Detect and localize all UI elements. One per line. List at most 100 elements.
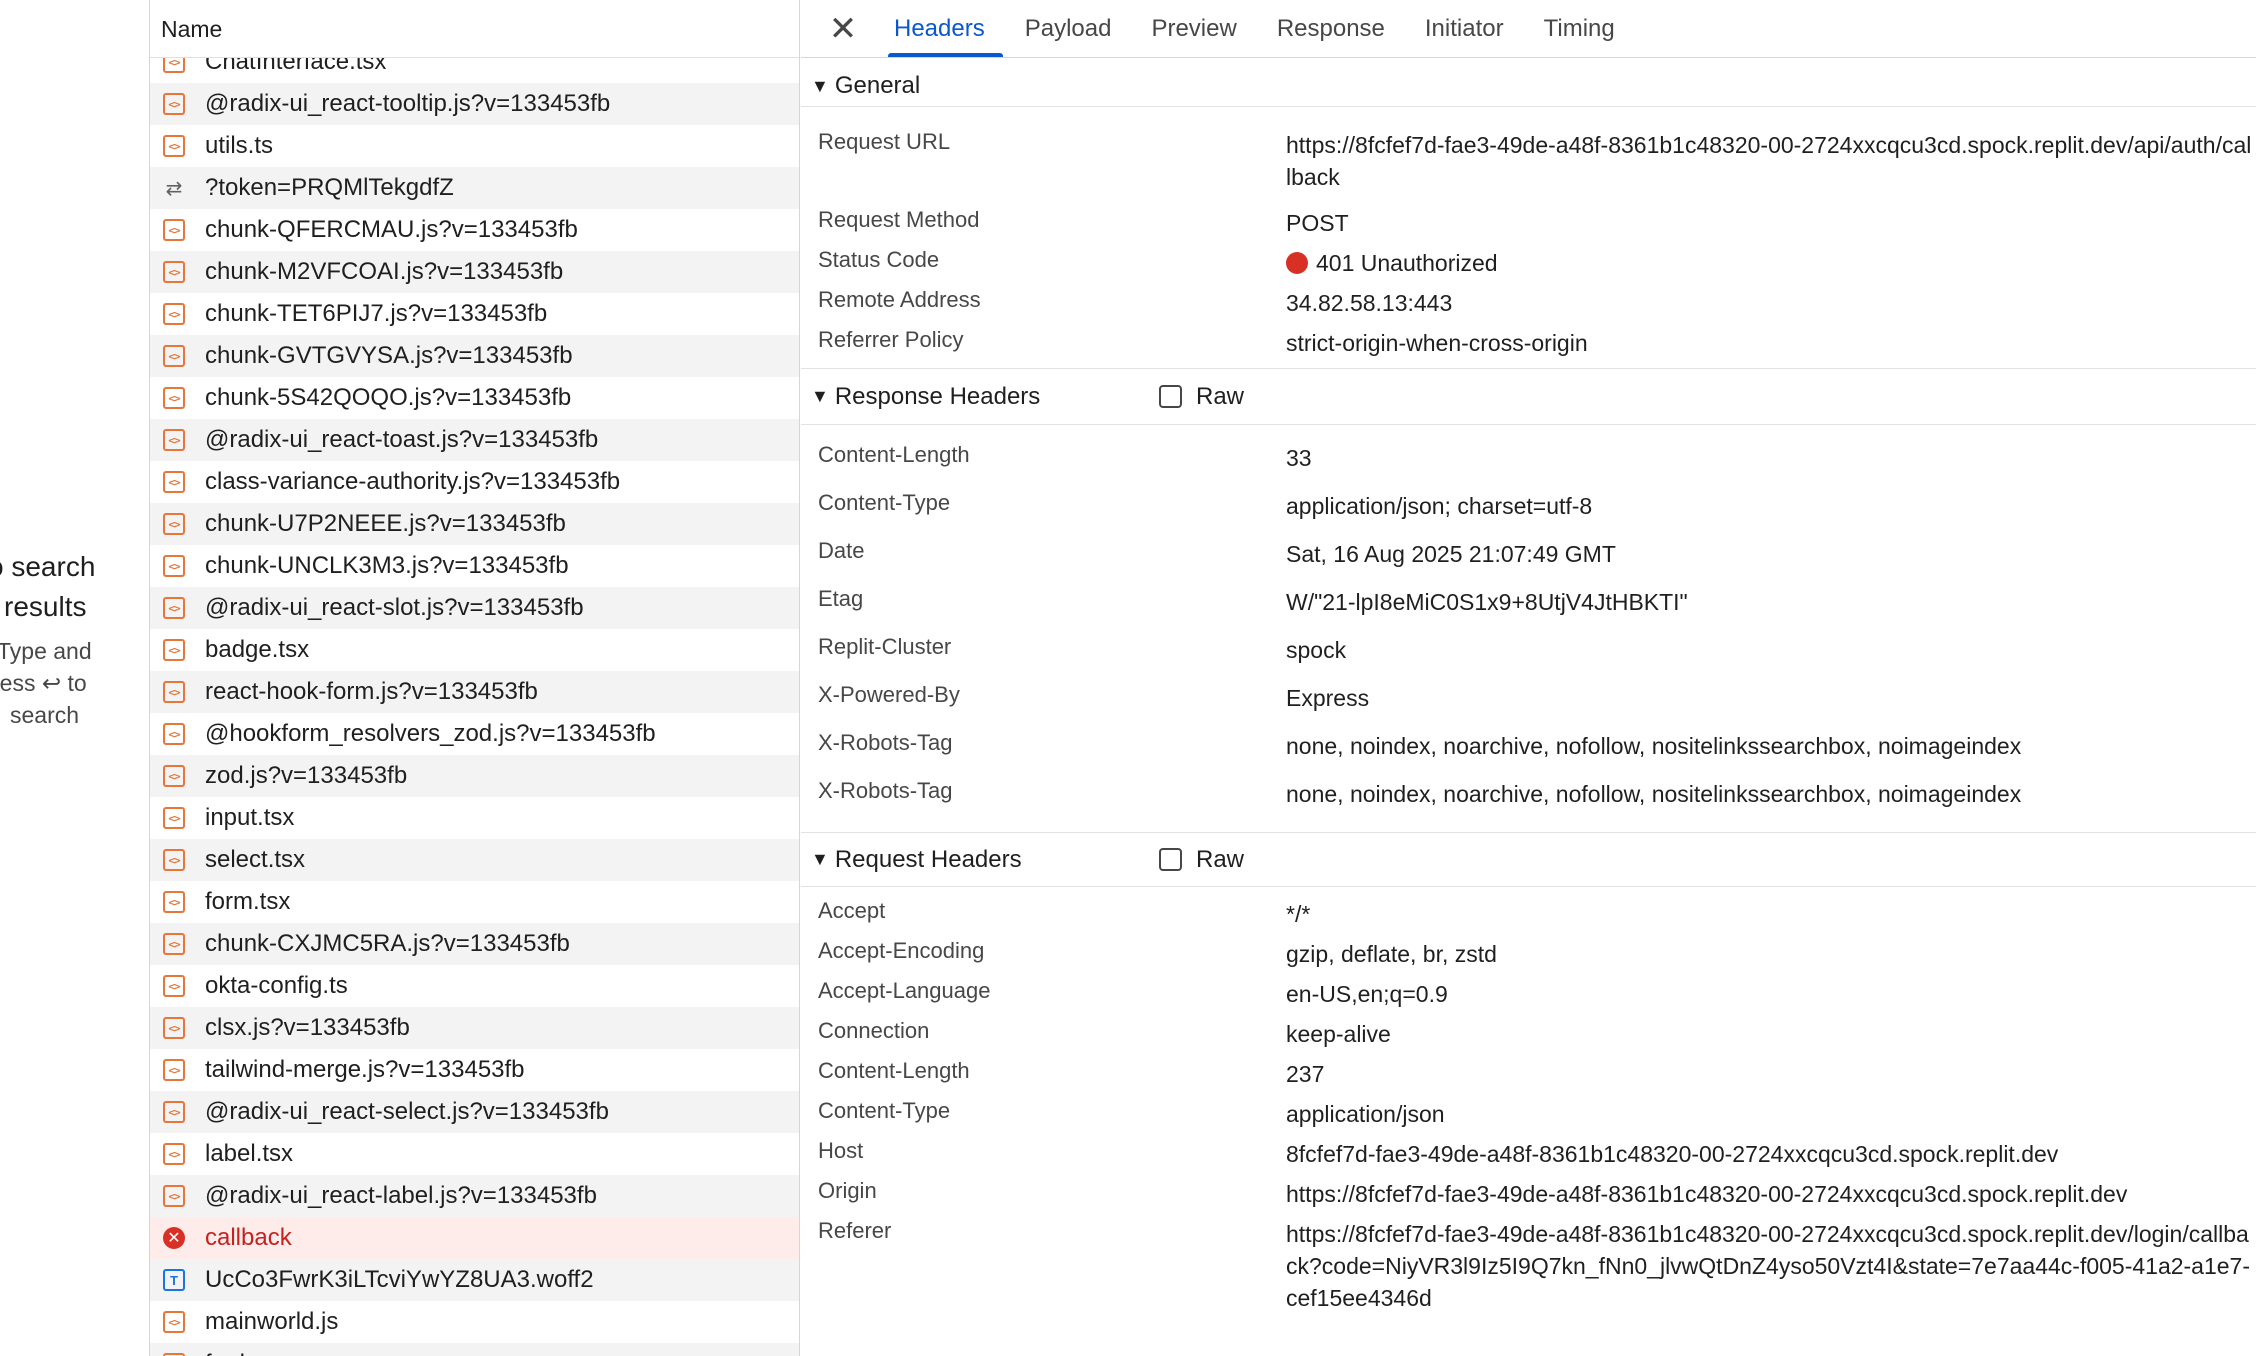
request-row[interactable]: <> @hookform_resolvers_zod.js?v=133453fb [150, 713, 799, 755]
script-file-icon: <> [163, 933, 185, 955]
request-row[interactable]: T UcCo3FwrK3iLTcviYwYZ8UA3.woff2 [150, 1259, 799, 1301]
header-name: Etag [818, 586, 864, 611]
name-column-header[interactable]: Name [150, 0, 799, 58]
header-value: https://8fcfef7d-fae3-49de-a48f-8361b1c4… [1286, 1181, 2128, 1207]
request-raw-toggle[interactable]: Raw [1159, 846, 1244, 874]
request-row[interactable]: <> react-hook-form.js?v=133453fb [150, 671, 799, 713]
request-row[interactable]: <> badge.tsx [150, 629, 799, 671]
request-name: zod.js?v=133453fb [205, 762, 408, 789]
tab-headers[interactable]: Headers [874, 0, 1005, 58]
request-name: badge.tsx [205, 636, 310, 663]
request-row[interactable]: <> class-variance-authority.js?v=133453fb [150, 461, 799, 503]
response-headers-section-header[interactable]: ▼ Response Headers Raw [801, 368, 2256, 425]
request-headers-section-header[interactable]: ▼ Request Headers Raw [801, 832, 2256, 887]
script-file-icon: <> [163, 1185, 185, 1207]
request-row[interactable]: <> chunk-TET6PIJ7.js?v=133453fb [150, 293, 799, 335]
request-name: chunk-GVTGVYSA.js?v=133453fb [205, 342, 573, 369]
tab-initiator[interactable]: Initiator [1405, 0, 1524, 58]
request-name: chunk-5S42QOQO.js?v=133453fb [205, 384, 572, 411]
request-name: tailwind-merge.js?v=133453fb [205, 1056, 525, 1083]
tab-payload[interactable]: Payload [1005, 0, 1132, 58]
request-name: callback [205, 1224, 292, 1251]
request-name: clsx.js?v=133453fb [205, 1014, 410, 1041]
header-name: Content-Length [818, 1058, 970, 1083]
script-file-icon: <> [163, 1059, 185, 1081]
header-name: Referer [818, 1218, 892, 1243]
header-name: Content-Type [818, 1098, 951, 1123]
request-row[interactable]: <> mainworld.js [150, 1301, 799, 1343]
header-name: Content-Length [818, 442, 970, 467]
request-row[interactable]: <> okta-config.ts [150, 965, 799, 1007]
request-name: @radix-ui_react-label.js?v=133453fb [205, 1182, 597, 1209]
request-row[interactable]: <> form.tsx [150, 881, 799, 923]
request-row[interactable]: <> select.tsx [150, 839, 799, 881]
request-name: ?token=PRQMlTekgdfZ [205, 174, 454, 201]
request-row[interactable]: <> @radix-ui_react-label.js?v=133453fb [150, 1175, 799, 1217]
header-value: application/json; charset=utf-8 [1286, 493, 1593, 519]
request-list[interactable]: <> ChatInterface.tsx <> @radix-ui_react-too… [149, 0, 800, 1356]
header-name: X-Robots-Tag [818, 730, 953, 755]
request-row[interactable]: <> chunk-5S42QOQO.js?v=133453fb [150, 377, 799, 419]
tab-preview[interactable]: Preview [1131, 0, 1256, 58]
header-name: Replit-Cluster [818, 634, 952, 659]
tab-timing[interactable]: Timing [1524, 0, 1635, 58]
triangle-down-icon: ▼ [811, 386, 829, 406]
error-icon: ✕ [163, 1227, 185, 1249]
header-name: Accept [818, 898, 886, 923]
request-row[interactable]: <>f...d [150, 1343, 799, 1356]
request-row[interactable]: <> chunk-U7P2NEEE.js?v=133453fb [150, 503, 799, 545]
header-value: POST [1286, 210, 1349, 236]
no-results-title-2: results [4, 591, 87, 622]
script-file-icon: <> [163, 345, 185, 367]
script-file-icon: <> [163, 387, 185, 409]
request-row[interactable]: <> @radix-ui_react-toast.js?v=133453fb [150, 419, 799, 461]
request-row[interactable]: <> tailwind-merge.js?v=133453fb [150, 1049, 799, 1091]
close-icon[interactable]: ✕ [823, 9, 863, 49]
request-row[interactable]: <> clsx.js?v=133453fb [150, 1007, 799, 1049]
request-row[interactable]: ⇄ ?token=PRQMlTekgdfZ [150, 167, 799, 209]
request-name: react-hook-form.js?v=133453fb [205, 678, 538, 705]
request-name: UcCo3FwrK3iLTcviYwYZ8UA3.woff2 [205, 1266, 594, 1293]
header-name: Connection [818, 1018, 930, 1043]
request-row[interactable]: <> @radix-ui_react-select.js?v=133453fb [150, 1091, 799, 1133]
raw-label: Raw [1196, 845, 1245, 873]
request-rows: <> ChatInterface.tsx <> @radix-ui_react-too… [150, 41, 799, 1356]
request-headers-title: Request Headers [834, 845, 1022, 873]
request-name: label.tsx [205, 1140, 294, 1167]
header-value: Sat, 16 Aug 2025 21:07:49 GMT [1286, 541, 1616, 567]
header-name: Request Method [818, 207, 980, 232]
tab-response[interactable]: Response [1257, 0, 1405, 58]
script-file-icon: <> [163, 513, 185, 535]
request-detail-panel: ✕ Headers Payload Preview Response Initiator… [801, 0, 2256, 1356]
request-row[interactable]: <> input.tsx [150, 797, 799, 839]
no-search-results: o search results Type and ress ↩ to sear… [0, 547, 148, 731]
script-file-icon: <> [163, 219, 185, 241]
request-row[interactable]: <> @radix-ui_react-slot.js?v=133453fb [150, 587, 799, 629]
general-section-header[interactable]: ▼ General [801, 66, 2256, 107]
header-value: strict-origin-when-cross-origin [1286, 330, 1588, 356]
raw-checkbox[interactable] [1159, 385, 1182, 408]
raw-checkbox[interactable] [1159, 848, 1182, 871]
no-results-title: o search [0, 551, 96, 582]
script-file-icon: <> [163, 1017, 185, 1039]
request-row[interactable]: <> utils.ts [150, 125, 799, 167]
request-row[interactable]: <> chunk-CXJMC5RA.js?v=133453fb [150, 923, 799, 965]
search-hint-line: Type and [0, 638, 92, 664]
response-raw-toggle[interactable]: Raw [1159, 383, 1244, 411]
general-section-title: General [834, 72, 921, 99]
request-name: chunk-U7P2NEEE.js?v=133453fb [205, 510, 566, 537]
request-row[interactable]: <> chunk-M2VFCOAI.js?v=133453fb [150, 251, 799, 293]
request-row[interactable]: <> label.tsx [150, 1133, 799, 1175]
request-row[interactable]: ✕ callback [150, 1217, 799, 1259]
request-row[interactable]: <> chunk-QFERCMAU.js?v=133453fb [150, 209, 799, 251]
request-row[interactable]: <> chunk-GVTGVYSA.js?v=133453fb [150, 335, 799, 377]
request-name: chunk-CXJMC5RA.js?v=133453fb [205, 930, 570, 957]
response-headers-title: Response Headers [834, 382, 1041, 410]
request-row[interactable]: <> chunk-UNCLK3M3.js?v=133453fb [150, 545, 799, 587]
script-file-icon: <> [163, 471, 185, 493]
request-row[interactable]: <> @radix-ui_react-tooltip.js?v=133453fb [150, 83, 799, 125]
raw-label: Raw [1196, 382, 1245, 410]
request-row[interactable]: <> zod.js?v=133453fb [150, 755, 799, 797]
request-name: chunk-UNCLK3M3.js?v=133453fb [205, 552, 569, 579]
script-file-icon: <> [163, 1101, 185, 1123]
